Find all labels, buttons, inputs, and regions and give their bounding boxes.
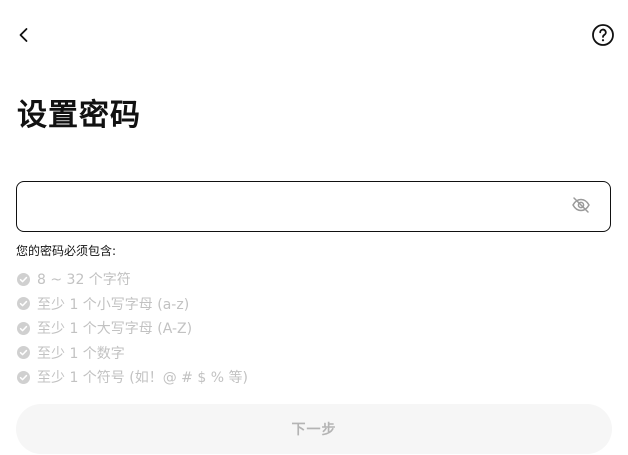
requirement-label: 至少 1 个大写字母 (A-Z) bbox=[37, 321, 193, 338]
back-button[interactable] bbox=[12, 25, 36, 49]
password-visibility-toggle[interactable] bbox=[569, 195, 593, 219]
requirement-number: 至少 1 个数字 bbox=[16, 341, 248, 366]
requirements-list: 8 ~ 32 个字符 至少 1 个小写字母 (a-z) 至少 1 个大写字母 (… bbox=[16, 267, 248, 390]
password-field bbox=[16, 181, 611, 232]
question-circle-icon bbox=[591, 23, 615, 51]
requirements-heading: 您的密码必须包含: bbox=[16, 244, 117, 258]
check-circle-icon bbox=[16, 297, 30, 311]
help-button[interactable] bbox=[591, 23, 615, 51]
page-title: 设置密码 bbox=[17, 98, 141, 133]
requirement-label: 至少 1 个数字 bbox=[37, 345, 125, 362]
check-circle-icon bbox=[16, 321, 30, 335]
requirement-uppercase: 至少 1 个大写字母 (A-Z) bbox=[16, 316, 248, 341]
requirement-lowercase: 至少 1 个小写字母 (a-z) bbox=[16, 292, 248, 317]
check-circle-icon bbox=[16, 272, 30, 286]
chevron-left-icon bbox=[16, 27, 32, 47]
eye-off-icon bbox=[571, 195, 591, 219]
password-input[interactable] bbox=[17, 182, 569, 231]
requirement-symbol: 至少 1 个符号 (如！@ # $ % 等) bbox=[16, 365, 248, 390]
check-circle-icon bbox=[16, 370, 30, 384]
requirement-label: 8 ~ 32 个字符 bbox=[37, 272, 131, 289]
requirement-length: 8 ~ 32 个字符 bbox=[16, 267, 248, 292]
next-button[interactable]: 下一步 bbox=[16, 404, 612, 454]
check-circle-icon bbox=[16, 346, 30, 360]
requirement-label: 至少 1 个符号 (如！@ # $ % 等) bbox=[37, 370, 248, 387]
requirement-label: 至少 1 个小写字母 (a-z) bbox=[37, 296, 190, 313]
